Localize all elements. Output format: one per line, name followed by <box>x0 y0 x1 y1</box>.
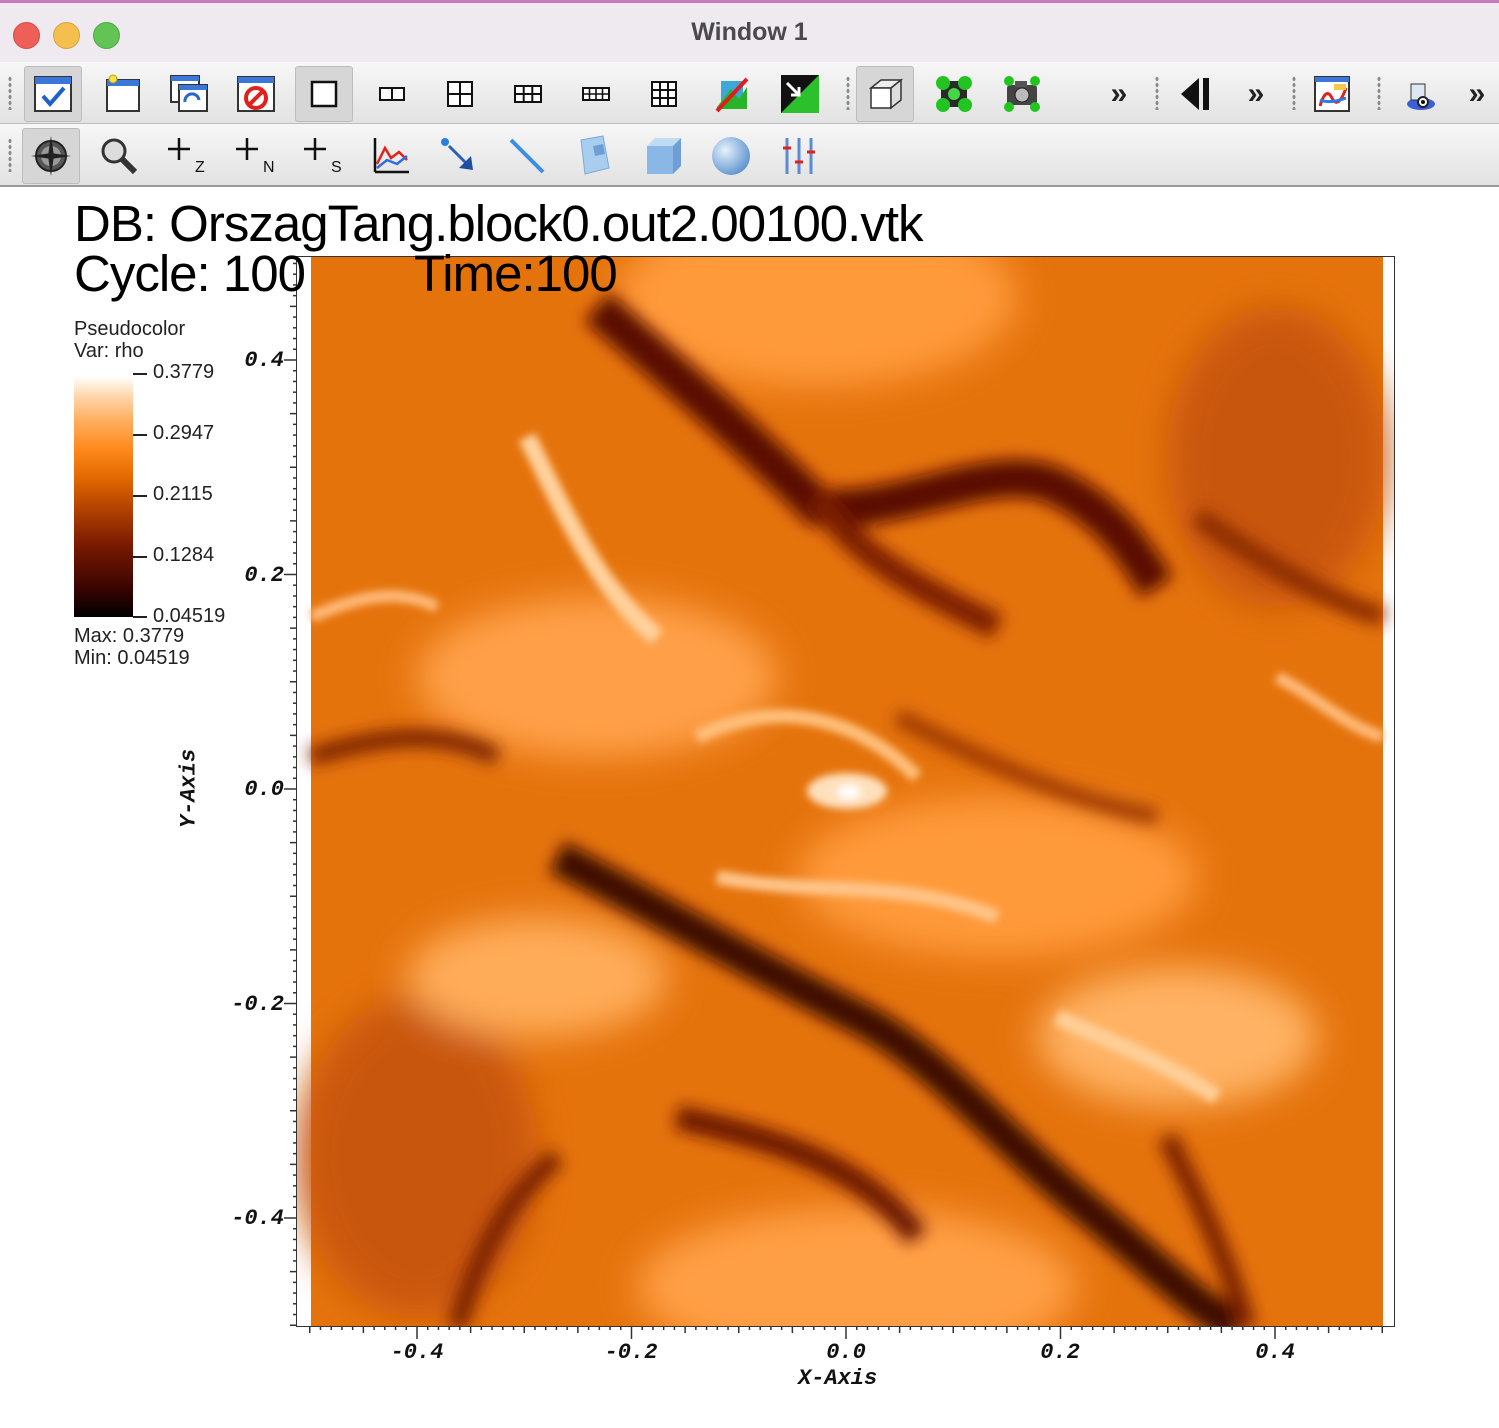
x-tick-label: 0.0 <box>826 1340 866 1365</box>
y-axis-title: Y-Axis <box>176 748 202 829</box>
y-tick-label: 0.4 <box>244 348 284 373</box>
cycle-annotation: Cycle: 100 <box>74 245 306 302</box>
x-tick-label: -0.4 <box>390 1340 444 1365</box>
x-tick-label: -0.2 <box>604 1340 658 1365</box>
y-tick-label: -0.4 <box>231 1206 284 1231</box>
x-tick-label: 0.2 <box>1040 1340 1080 1365</box>
y-tick-label: 0.2 <box>244 563 284 588</box>
x-axis-title: X-Axis <box>798 1366 878 1391</box>
y-tick-label: -0.2 <box>231 992 284 1017</box>
time-annotation: Time:100 <box>414 245 618 302</box>
x-tick-label: 0.4 <box>1255 1340 1295 1365</box>
y-tick-label: 0.0 <box>244 777 284 802</box>
